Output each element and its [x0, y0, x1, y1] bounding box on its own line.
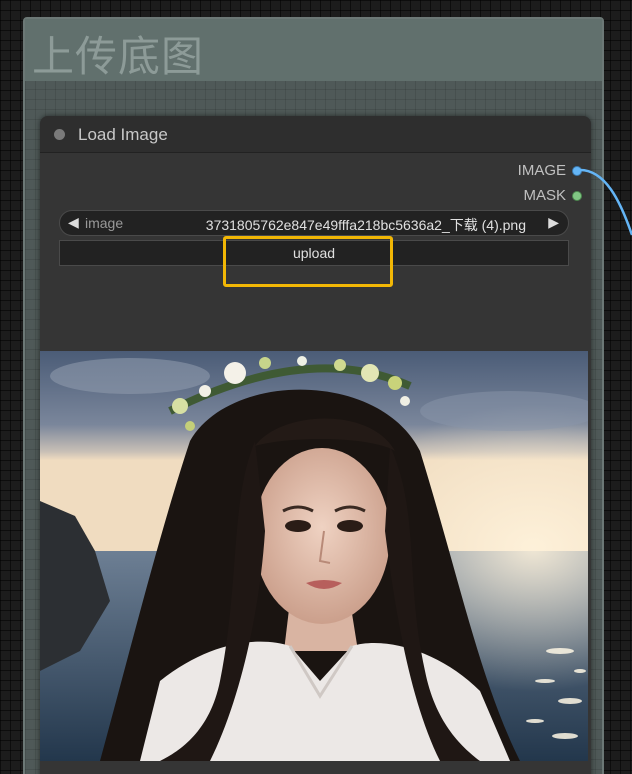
node-title-bar[interactable]: Load Image: [40, 116, 591, 153]
combo-prev-arrow[interactable]: ◀: [68, 214, 79, 231]
output-image-label: IMAGE: [517, 162, 566, 179]
load-image-node[interactable]: Load Image IMAGE MASK ◀ image 3731805762…: [40, 116, 591, 774]
link-wire-image[interactable]: [580, 160, 632, 250]
combo-value[interactable]: 3731805762e847e49fffa218bc5636a2_下载 (4).…: [206, 215, 526, 235]
output-image[interactable]: IMAGE: [518, 162, 581, 179]
group-title: 上传底图: [32, 32, 205, 81]
upload-highlight-box: [223, 236, 393, 287]
image-preview: [40, 351, 588, 761]
portrait-photo: [40, 351, 588, 761]
group-header[interactable]: 上传底图: [25, 19, 602, 81]
node-collapse-dot[interactable]: [54, 129, 65, 140]
combo-next-arrow[interactable]: ▶: [548, 214, 559, 231]
output-mask[interactable]: MASK: [523, 187, 581, 204]
output-mask-label: MASK: [523, 187, 566, 204]
image-combo-widget[interactable]: ◀ image 3731805762e847e49fffa218bc5636a2…: [59, 210, 569, 236]
node-title: Load Image: [78, 125, 168, 144]
combo-name-label: image: [85, 215, 124, 231]
